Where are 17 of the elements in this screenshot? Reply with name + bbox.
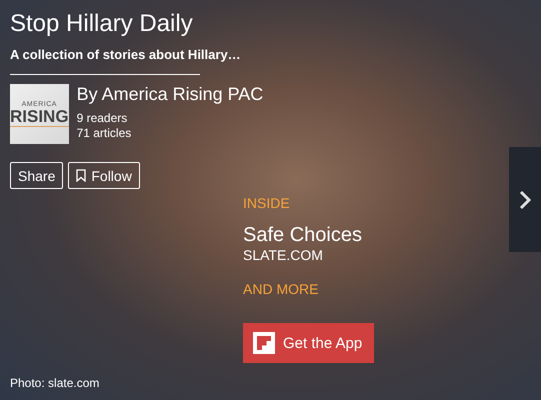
- author-name: By America Rising PAC: [76, 84, 264, 105]
- magazine-title: Stop Hillary Daily: [10, 9, 194, 39]
- more-heading: AND MORE: [243, 281, 318, 297]
- readers-count: 9 readers: [76, 111, 128, 126]
- chevron-right-icon: [519, 190, 531, 210]
- follow-button[interactable]: Follow: [68, 162, 140, 189]
- app-logo-icon: [253, 332, 275, 354]
- share-button[interactable]: Share: [10, 162, 64, 189]
- story-title: Safe Choices: [243, 224, 362, 247]
- get-app-button[interactable]: Get the App: [243, 323, 374, 363]
- inside-heading: INSIDE: [243, 195, 290, 211]
- magazine-subtitle: A collection of stories about Hillary…: [10, 47, 241, 62]
- next-panel[interactable]: [509, 147, 541, 252]
- bookmark-icon: [76, 169, 86, 182]
- story-source: SLATE.COM: [243, 247, 323, 263]
- photo-credit: Photo: slate.com: [10, 376, 100, 390]
- articles-count: 71 articles: [76, 126, 132, 141]
